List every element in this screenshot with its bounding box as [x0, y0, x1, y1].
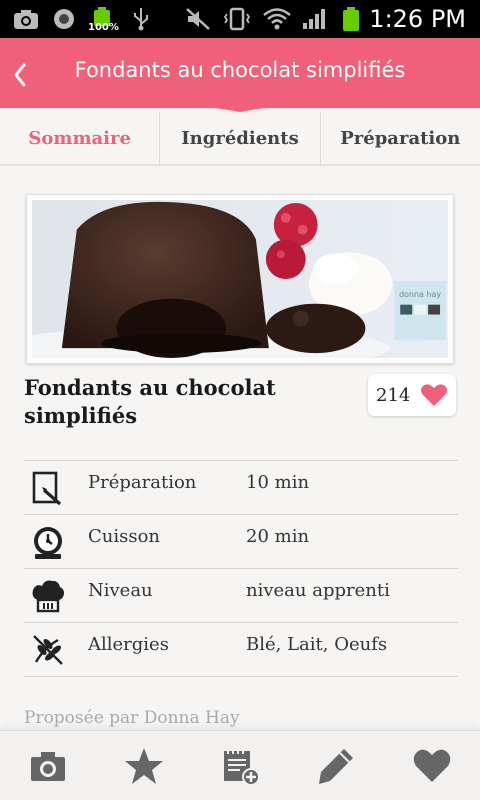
- info-row-niveau: Niveau niveau apprenti: [24, 569, 458, 623]
- likes-count: 214: [376, 384, 411, 406]
- nav-likes-button[interactable]: [384, 731, 480, 800]
- pencil-icon: [319, 748, 353, 784]
- tab-sommaire[interactable]: Sommaire: [0, 112, 161, 164]
- camera-status-icon: [14, 10, 38, 29]
- recipe-photo-frame: donna hay: [26, 194, 454, 364]
- nav-favorites-button[interactable]: [96, 731, 192, 800]
- camera-icon: [31, 751, 65, 781]
- back-arrow-icon[interactable]: [6, 56, 36, 94]
- clock: 1:26 PM: [369, 5, 466, 33]
- likes-badge[interactable]: 214: [368, 374, 456, 416]
- allergy-icon: [33, 635, 63, 665]
- recipe-title: Fondants au chocolat simplifiés: [24, 375, 276, 428]
- preparation-icon: [32, 471, 62, 506]
- info-row-preparation: Préparation 10 min: [24, 461, 458, 515]
- nav-edit-button[interactable]: [288, 731, 384, 800]
- heart-icon: [413, 749, 451, 782]
- nav-camera-button[interactable]: [0, 731, 96, 800]
- battery-icon: [343, 7, 359, 31]
- recipe-photo[interactable]: donna hay: [32, 200, 448, 358]
- mute-icon: [186, 8, 210, 30]
- wifi-icon: [263, 8, 291, 30]
- info-label: Niveau: [88, 580, 153, 601]
- recipe-info-list: Préparation 10 min Cuisson 20 min Niveau…: [24, 460, 458, 677]
- info-label: Cuisson: [88, 526, 161, 547]
- star-icon: [125, 747, 163, 784]
- info-value: 20 min: [246, 526, 310, 547]
- proposed-by: Proposée par Donna Hay: [24, 708, 240, 728]
- info-row-cuisson: Cuisson 20 min: [24, 515, 458, 569]
- info-value: Blé, Lait, Oeufs: [246, 634, 388, 655]
- info-label: Allergies: [88, 634, 169, 655]
- tab-ingredients[interactable]: Ingrédients: [160, 112, 321, 164]
- tab-bar: Sommaire Ingrédients Préparation: [0, 112, 480, 166]
- battery-percent: 100%: [88, 22, 119, 33]
- info-row-allergies: Allergies Blé, Lait, Oeufs: [24, 623, 458, 677]
- header-curve: [0, 90, 480, 112]
- chef-hat-icon: [32, 580, 64, 613]
- vibrate-icon: [223, 7, 251, 31]
- page-title: Fondants au chocolat simplifiés: [74, 58, 406, 82]
- timer-icon: [34, 527, 62, 559]
- signal-icon: [303, 9, 325, 29]
- status-bar: 100% 1:26 PM: [0, 0, 480, 38]
- tab-preparation[interactable]: Préparation: [321, 112, 480, 164]
- info-value: niveau apprenti: [246, 580, 390, 601]
- add-list-icon: [224, 749, 260, 786]
- nav-add-list-button[interactable]: [192, 731, 288, 800]
- usb-icon: [134, 8, 148, 31]
- heart-icon: [421, 384, 448, 406]
- photo-badge-text: donna hay: [399, 290, 441, 299]
- bottom-nav: [0, 730, 480, 800]
- info-label: Préparation: [88, 472, 197, 493]
- info-value: 10 min: [246, 472, 310, 493]
- record-status-icon: [54, 9, 74, 29]
